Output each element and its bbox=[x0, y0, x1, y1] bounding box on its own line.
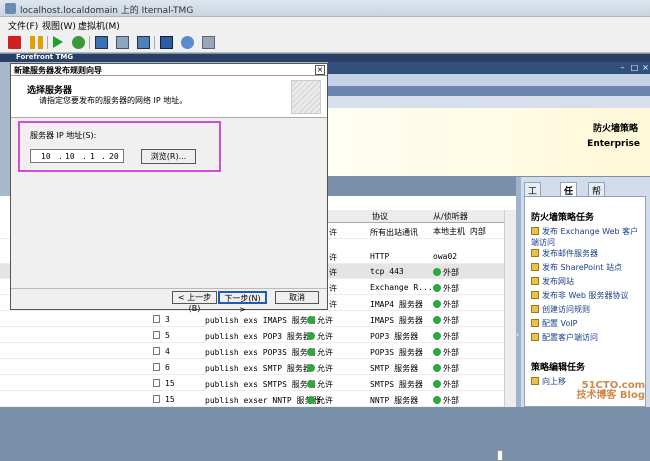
allow-icon bbox=[307, 348, 315, 356]
row-scroll-icon bbox=[497, 450, 503, 461]
allow-icon bbox=[307, 332, 315, 340]
back-button[interactable]: < 上一步(B) bbox=[172, 291, 217, 313]
ip-address-field[interactable]: 10 . 10 . 1 . 20 bbox=[30, 149, 124, 163]
task-config-client[interactable]: 配置客户端访问 bbox=[531, 332, 598, 343]
task-heading: 防火墙策略任务 bbox=[531, 213, 595, 223]
task-config-voip[interactable]: 配置 VoIP bbox=[531, 318, 577, 329]
table-row[interactable]: 4 publish exs POP3S 服务器 允许 POP3S 服务器 外部 bbox=[0, 344, 516, 359]
dialog-title: 新建服务器发布规则向导 bbox=[14, 66, 102, 75]
unity-icon[interactable] bbox=[181, 36, 194, 49]
browse-button[interactable]: 浏览(R)... bbox=[141, 149, 196, 164]
network-icon bbox=[433, 284, 441, 292]
task-move-up[interactable]: 向上移 bbox=[531, 376, 566, 387]
console-toolbar bbox=[328, 86, 650, 96]
minimize-icon[interactable]: – bbox=[618, 64, 627, 72]
highlight-box bbox=[18, 121, 221, 172]
task-icon bbox=[531, 263, 539, 271]
allow-icon bbox=[307, 380, 315, 388]
watermark: 51CTO.com 技术博客 Blog bbox=[576, 380, 645, 401]
network-icon bbox=[433, 300, 441, 308]
dialog-header: 选择服务器 请指定您要发布的服务器的网络 IP 地址。 bbox=[11, 76, 327, 118]
settings-icon[interactable] bbox=[202, 36, 215, 49]
network-icon bbox=[433, 268, 441, 276]
task-publish-nonweb[interactable]: 发布非 Web 服务器协议 bbox=[531, 290, 629, 301]
tab-toolbox[interactable]: 工具箱 bbox=[524, 182, 542, 223]
console-band bbox=[328, 62, 650, 74]
menu-file[interactable]: 文件(F) bbox=[8, 19, 38, 32]
edition-label: Enterprise bbox=[587, 139, 640, 149]
play-icon[interactable] bbox=[53, 36, 63, 48]
task-icon bbox=[531, 305, 539, 313]
table-scrollbar[interactable] bbox=[504, 210, 516, 407]
console-menubar bbox=[328, 74, 650, 86]
cancel-button[interactable]: 取消 bbox=[275, 291, 319, 304]
menu-bar: 文件(F) 视图(W) 虚拟机(M) bbox=[0, 17, 650, 32]
tab-help[interactable]: 帮助 bbox=[588, 182, 606, 210]
table-row[interactable]: 15 publish exs SMTPS 服务器 允许 SMTPS 服务器 外部 bbox=[0, 376, 516, 391]
task-icon bbox=[531, 249, 539, 257]
table-header: 协议 从/侦听器 bbox=[328, 210, 516, 223]
rule-icon bbox=[153, 347, 160, 355]
task-create-access-rule[interactable]: 创建访问规则 bbox=[531, 304, 590, 315]
network-icon bbox=[433, 396, 441, 404]
rule-icon bbox=[153, 315, 160, 323]
move-up-icon bbox=[531, 377, 539, 385]
pause-icon[interactable] bbox=[30, 36, 43, 49]
wizard-dialog: 新建服务器发布规则向导 × 选择服务器 请指定您要发布的服务器的网络 IP 地址… bbox=[10, 63, 328, 310]
manage-snapshot-icon[interactable] bbox=[137, 36, 150, 49]
table-row[interactable]: 6 publish exs SMTP 服务器 允许 SMTP 服务器 外部 bbox=[0, 360, 516, 375]
rule-icon bbox=[153, 331, 160, 339]
col-from[interactable]: 从/侦听器 bbox=[433, 211, 468, 222]
col-protocol[interactable]: 协议 bbox=[372, 211, 388, 222]
task-publish-sharepoint[interactable]: 发布 SharePoint 站点 bbox=[531, 262, 622, 273]
close-icon[interactable]: × bbox=[641, 64, 650, 72]
dialog-subheading: 请指定您要发布的服务器的网络 IP 地址。 bbox=[39, 96, 188, 105]
tab-tasks[interactable]: 任务 bbox=[560, 182, 578, 210]
allow-icon bbox=[307, 316, 315, 324]
network-icon bbox=[433, 332, 441, 340]
rule-icon bbox=[153, 395, 160, 403]
stop-icon[interactable] bbox=[8, 36, 21, 49]
rule-icon bbox=[153, 363, 160, 371]
task-icon bbox=[531, 277, 539, 285]
task-icon bbox=[531, 291, 539, 299]
next-button[interactable]: 下一步(N) > bbox=[218, 291, 267, 314]
snapshot-icon[interactable] bbox=[95, 36, 108, 49]
allow-icon bbox=[307, 396, 315, 404]
vm-icon bbox=[5, 3, 16, 14]
table-row[interactable]: 15 publish exser NNTP 服务器 允许 NNTP 服务器 外部 bbox=[0, 392, 516, 407]
policy-title: 防火墙策略 bbox=[592, 124, 638, 134]
policy-edit-heading: 策略编辑任务 bbox=[531, 363, 586, 373]
menu-view[interactable]: 视图(W) bbox=[42, 19, 76, 32]
toolbar bbox=[0, 32, 650, 53]
task-icon bbox=[531, 333, 539, 341]
network-icon bbox=[433, 348, 441, 356]
ip-label: 服务器 IP 地址(S): bbox=[30, 131, 97, 140]
revert-icon[interactable] bbox=[116, 36, 129, 49]
rule-icon bbox=[153, 379, 160, 387]
vm-titlebar: localhost.localdomain 上的 Iternal-TMG bbox=[0, 0, 650, 17]
network-icon bbox=[433, 316, 441, 324]
window-title: localhost.localdomain 上的 Iternal-TMG bbox=[20, 6, 194, 16]
forefront-header: Forefront TMG bbox=[0, 53, 650, 62]
task-publish-exchange[interactable]: 发布 Exchange Web 客户端访问 bbox=[531, 226, 641, 248]
network-icon bbox=[433, 380, 441, 388]
table-row[interactable]: 3 publish exs IMAPS 服务器 允许 IMAPS 服务器 外部 bbox=[0, 312, 516, 327]
task-publish-website[interactable]: 发布网站 bbox=[531, 276, 574, 287]
task-publish-mail[interactable]: 发布邮件服务器 bbox=[531, 248, 598, 259]
table-row[interactable]: 5 publish exs POP3 服务器 允许 POP3 服务器 外部 bbox=[0, 328, 516, 343]
console-navbar bbox=[328, 96, 650, 108]
dialog-separator bbox=[11, 288, 327, 289]
allow-icon bbox=[307, 364, 315, 372]
maximize-icon[interactable]: □ bbox=[630, 64, 639, 72]
task-icon bbox=[531, 319, 539, 327]
task-icon bbox=[531, 227, 539, 235]
fullscreen-icon[interactable] bbox=[160, 36, 173, 49]
reset-icon[interactable] bbox=[72, 36, 85, 49]
dialog-close-icon[interactable]: × bbox=[315, 65, 325, 75]
network-icon bbox=[433, 364, 441, 372]
menu-vm[interactable]: 虚拟机(M) bbox=[78, 19, 120, 32]
wizard-banner-icon bbox=[291, 80, 321, 114]
dialog-titlebar: 新建服务器发布规则向导 × bbox=[11, 64, 327, 76]
